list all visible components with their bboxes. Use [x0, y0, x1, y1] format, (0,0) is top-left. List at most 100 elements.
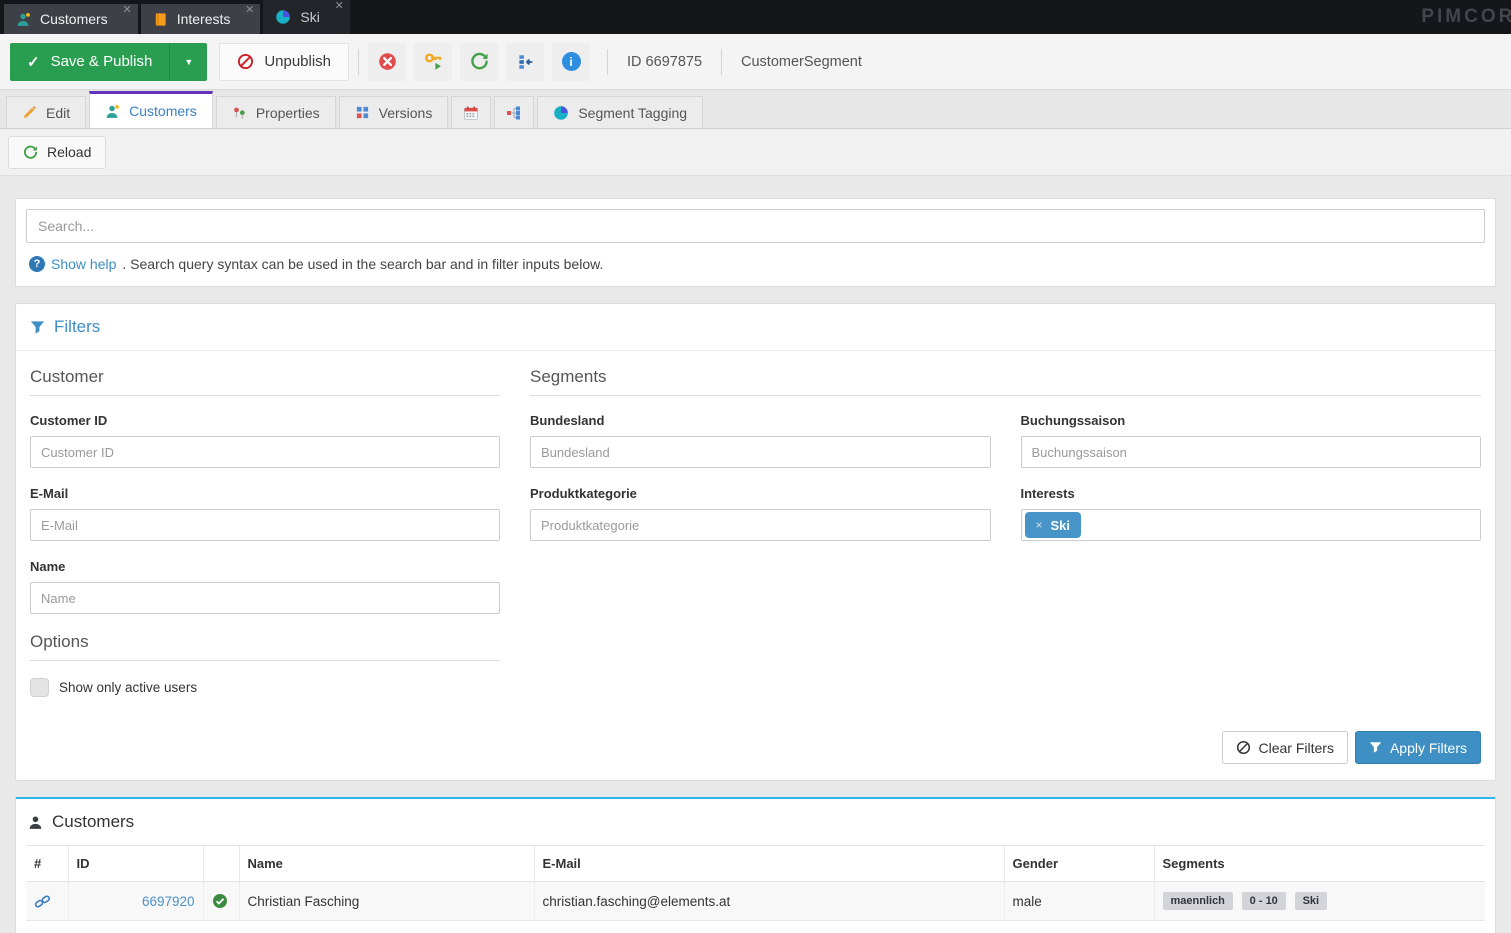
- refresh-button[interactable]: [460, 43, 498, 81]
- pimcore-logo: PIMCORE: [1421, 6, 1511, 28]
- toolbar: ✓ Save & Publish ▼ Unpublish: [0, 34, 1511, 90]
- tab-properties[interactable]: Properties: [216, 96, 336, 128]
- window-tab-interests[interactable]: Interests ✕: [141, 4, 261, 34]
- segments-section-title: Segments: [530, 367, 1481, 396]
- tab-schedule[interactable]: [451, 96, 491, 128]
- interests-field-group: Interests × Ski: [1021, 486, 1482, 541]
- tab-customers[interactable]: Customers: [89, 91, 213, 128]
- info-icon: i: [562, 52, 581, 71]
- locate-in-tree-button[interactable]: [506, 43, 544, 81]
- reload-button[interactable]: Reload: [8, 136, 106, 169]
- content-area: ? Show help . Search query syntax can be…: [0, 176, 1511, 933]
- name-input[interactable]: [30, 582, 500, 614]
- produktkategorie-input[interactable]: [530, 509, 991, 541]
- funnel-icon: [30, 320, 45, 335]
- unpublish-button[interactable]: Unpublish: [219, 43, 349, 81]
- tab-dependencies[interactable]: [494, 96, 534, 128]
- tab-edit[interactable]: Edit: [6, 96, 86, 128]
- customers-panel-title: Customers: [16, 812, 1495, 845]
- email-field-group: E-Mail: [30, 486, 500, 541]
- close-icon[interactable]: ✕: [122, 5, 131, 16]
- produktkategorie-label: Produktkategorie: [530, 486, 991, 501]
- info-button[interactable]: i: [552, 43, 590, 81]
- options-section-title: Options: [30, 632, 500, 661]
- produktkategorie-field-group: Produktkategorie: [530, 486, 991, 541]
- window-tab-ski[interactable]: Ski ✕: [263, 0, 349, 34]
- pie-chart-icon: [275, 9, 291, 25]
- close-icon[interactable]: ✕: [335, 1, 344, 12]
- name-field-group: Name: [30, 559, 500, 614]
- close-icon[interactable]: ✕: [245, 5, 254, 16]
- bundesland-label: Bundesland: [530, 413, 991, 428]
- rename-button[interactable]: [414, 43, 452, 81]
- interest-tag-ski[interactable]: × Ski: [1025, 512, 1082, 538]
- refresh-icon: [470, 52, 489, 71]
- save-publish-label: Save & Publish: [51, 53, 153, 70]
- customers-title-label: Customers: [52, 812, 134, 832]
- buchungssaison-field-group: Buchungssaison: [1021, 413, 1482, 468]
- tab-label: Segment Tagging: [578, 105, 687, 121]
- search-input[interactable]: [26, 209, 1485, 243]
- column-header-segments: Segments: [1154, 846, 1485, 882]
- customer-gender-cell: male: [1004, 882, 1154, 921]
- tab-label: Customers: [129, 103, 197, 119]
- object-type-text: CustomerSegment: [741, 54, 862, 70]
- column-header-email: E-Mail: [534, 846, 1004, 882]
- filters-customer-column: Customer Customer ID E-Mail Name O: [30, 367, 500, 697]
- filters-body: Customer Customer ID E-Mail Name O: [16, 351, 1495, 697]
- bundesland-field-group: Bundesland: [530, 413, 991, 468]
- toolbar-separator: [358, 49, 359, 75]
- filters-segments-column: Segments Bundesland Buchungssaison Produ…: [530, 367, 1481, 697]
- customer-id-link[interactable]: 6697920: [142, 894, 195, 909]
- search-panel: ? Show help . Search query syntax can be…: [15, 198, 1496, 287]
- email-input[interactable]: [30, 509, 500, 541]
- refresh-icon: [23, 145, 38, 160]
- locate-in-tree-icon: [516, 53, 534, 71]
- column-header-num: #: [26, 846, 68, 882]
- delete-button[interactable]: [368, 43, 406, 81]
- save-publish-button[interactable]: ✓ Save & Publish ▼: [10, 43, 207, 81]
- tab-versions[interactable]: Versions: [339, 96, 449, 128]
- customer-section-title: Customer: [30, 367, 500, 396]
- segment-badge: maennlich: [1163, 892, 1233, 910]
- delete-icon: [378, 52, 397, 71]
- window-tab-customers[interactable]: Customers ✕: [4, 4, 138, 34]
- customer-name-cell: Christian Fasching: [239, 882, 534, 921]
- open-link-icon[interactable]: [34, 894, 60, 909]
- remove-tag-icon[interactable]: ×: [1036, 518, 1043, 532]
- customer-id-cell: 6697920: [68, 882, 203, 921]
- clear-filters-button[interactable]: Clear Filters: [1222, 731, 1348, 764]
- toolbar-separator: [607, 49, 608, 75]
- check-icon: ✓: [27, 53, 40, 71]
- row-link-cell: [26, 882, 68, 921]
- apply-filters-button[interactable]: Apply Filters: [1355, 731, 1481, 764]
- caret-down-icon: ▼: [184, 57, 193, 67]
- customer-row: 6697920 Christian Fasching christian.fas…: [26, 882, 1485, 921]
- table-header-row: # ID Name E-Mail Gender Segments: [26, 846, 1485, 882]
- reload-label: Reload: [47, 144, 91, 160]
- question-icon: ?: [29, 256, 45, 272]
- tab-segment-tagging[interactable]: Segment Tagging: [537, 96, 703, 128]
- filters-panel: Filters Customer Customer ID E-Mail Nam: [15, 303, 1496, 781]
- column-header-name: Name: [239, 846, 534, 882]
- show-only-active-label: Show only active users: [59, 680, 197, 695]
- interests-tagbox[interactable]: × Ski: [1021, 509, 1482, 541]
- customer-id-field-group: Customer ID: [30, 413, 500, 468]
- customer-id-input[interactable]: [30, 436, 500, 468]
- column-header-gender: Gender: [1004, 846, 1154, 882]
- options-block: Options Show only active users: [30, 632, 500, 697]
- show-help-link[interactable]: Show help: [51, 256, 116, 272]
- show-only-active-checkbox[interactable]: [30, 678, 49, 697]
- properties-icon: [232, 105, 247, 120]
- buchungssaison-input[interactable]: [1021, 436, 1482, 468]
- customers-table: # ID Name E-Mail Gender Segments: [26, 845, 1485, 921]
- tab-label: Versions: [379, 105, 433, 121]
- clear-icon: [1236, 740, 1251, 755]
- customer-segments-cell: maennlich 0 - 10 Ski: [1154, 882, 1485, 921]
- column-header-status: [203, 846, 239, 882]
- save-dropdown-caret[interactable]: ▼: [169, 43, 207, 81]
- customer-id-label: Customer ID: [30, 413, 500, 428]
- customer-email-cell: christian.fasching@elements.at: [534, 882, 1004, 921]
- bundesland-input[interactable]: [530, 436, 991, 468]
- filters-header[interactable]: Filters: [16, 304, 1495, 351]
